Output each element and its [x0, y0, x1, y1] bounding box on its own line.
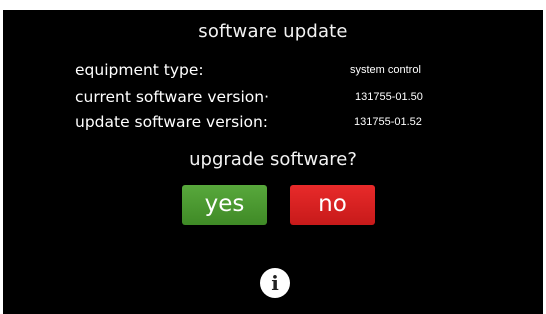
info-icon[interactable]: i [260, 268, 290, 298]
dialog-title: software update [198, 21, 348, 42]
equipment-type-row: equipment type: system control [75, 61, 515, 83]
equipment-type-value: system control [350, 64, 421, 76]
upgrade-question: upgrade software? [189, 149, 357, 170]
yes-button[interactable]: yes [182, 185, 267, 225]
update-version-label: update software version: [75, 113, 269, 131]
equipment-type-label: equipment type: [75, 61, 204, 79]
current-version-label: current software version· [75, 88, 270, 106]
software-update-screen: software update equipment type: system c… [3, 10, 543, 314]
current-version-row: current software version· 131755-01.50 [75, 88, 515, 110]
current-version-value: 131755-01.50 [355, 91, 423, 103]
update-version-value: 131755-01.52 [354, 116, 422, 128]
no-button[interactable]: no [290, 185, 375, 225]
update-version-row: update software version: 131755-01.52 [75, 113, 515, 135]
